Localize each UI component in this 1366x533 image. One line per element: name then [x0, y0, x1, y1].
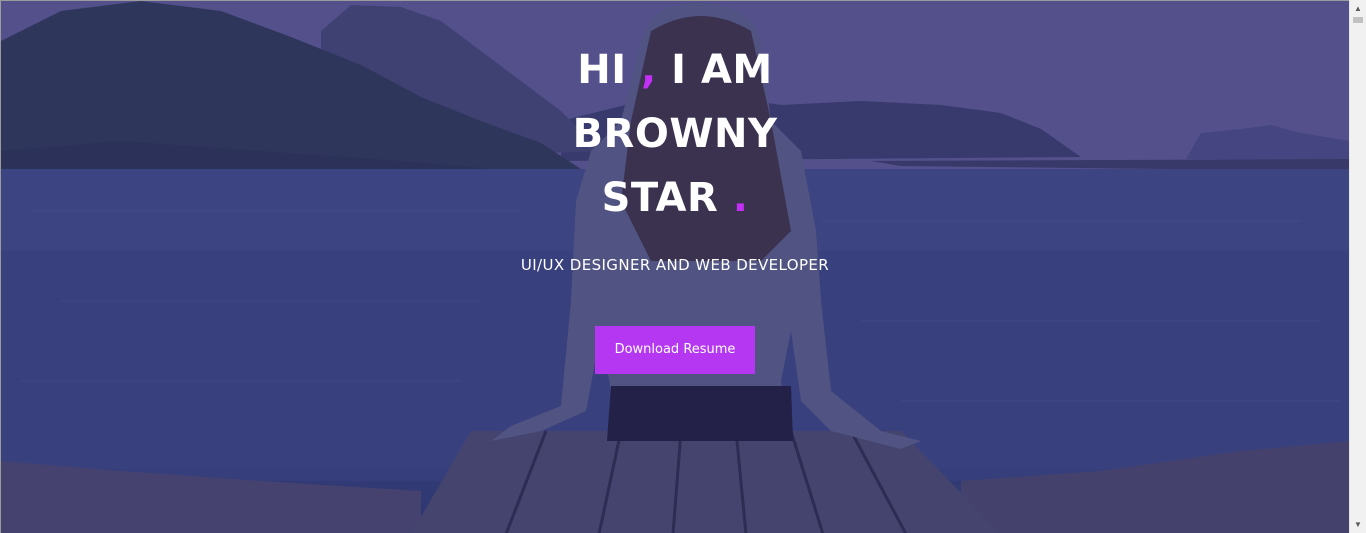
hero-content: HI , I AM BROWNY STAR . UI/UX DESIGNER A…	[1, 1, 1349, 374]
vertical-scrollbar[interactable]: ▲ ▼	[1349, 0, 1366, 533]
hero-section: HI , I AM BROWNY STAR . UI/UX DESIGNER A…	[1, 1, 1349, 533]
headline-name-last: STAR	[601, 175, 719, 221]
headline-line-3: STAR .	[1, 166, 1349, 230]
download-resume-button[interactable]: Download Resume	[595, 326, 755, 374]
page-viewport: HI , I AM BROWNY STAR . UI/UX DESIGNER A…	[0, 0, 1349, 533]
headline-i-am: I AM	[656, 47, 773, 93]
triangle-down-icon[interactable]: ▼	[1350, 516, 1366, 533]
hero-subtitle: UI/UX DESIGNER AND WEB DEVELOPER	[520, 256, 830, 274]
scrollbar-thumb[interactable]	[1353, 17, 1363, 23]
hero-headline: HI , I AM BROWNY STAR .	[1, 1, 1349, 230]
headline-accent-dot: .	[718, 175, 749, 221]
headline-line-2: BROWNY	[572, 111, 778, 157]
headline-accent-comma: ,	[626, 47, 657, 93]
headline-greeting: HI	[577, 47, 627, 93]
headline-line-1: HI , I AM	[1, 38, 1349, 102]
triangle-up-icon[interactable]: ▲	[1350, 0, 1366, 17]
